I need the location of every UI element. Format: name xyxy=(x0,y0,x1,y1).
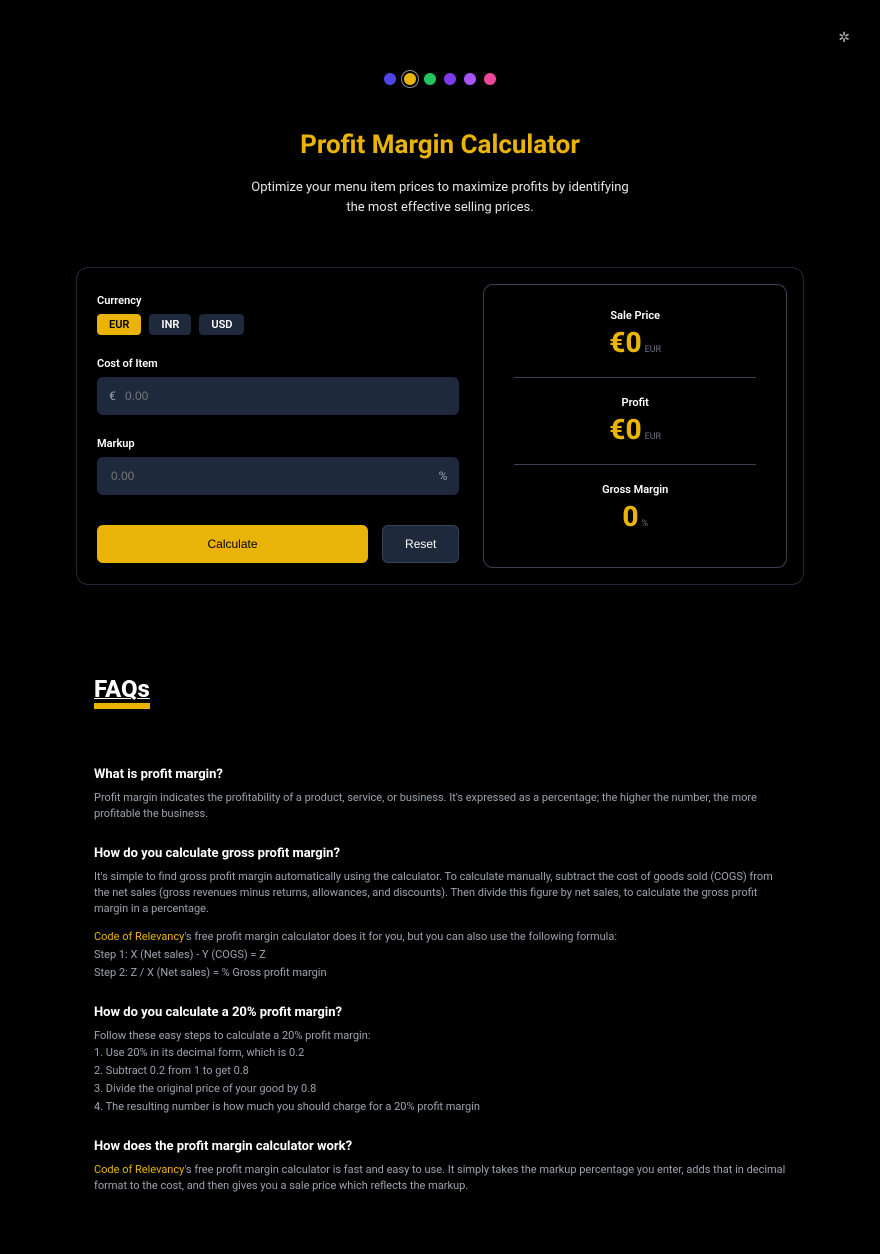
profit-unit: EUR xyxy=(645,432,662,442)
theme-dot-pink[interactable] xyxy=(484,73,496,85)
faq-a-2: It's simple to find gross profit margin … xyxy=(94,869,786,981)
gross-margin-label: Gross Margin xyxy=(514,483,756,496)
currency-options: EUR INR USD xyxy=(97,314,459,335)
calculator-panel: Currency EUR INR USD Cost of Item € Mark… xyxy=(76,267,804,585)
markup-label: Markup xyxy=(97,437,459,450)
profit-label: Profit xyxy=(514,396,756,409)
profit-block: Profit €0 EUR xyxy=(514,377,756,464)
markup-input[interactable] xyxy=(97,457,459,495)
currency-chip-inr[interactable]: INR xyxy=(149,314,191,335)
faq-a-1: Profit margin indicates the profitabilit… xyxy=(94,790,786,822)
brand-link[interactable]: Code of Relevancy xyxy=(94,930,184,943)
sale-price-value: €0 xyxy=(609,326,641,359)
input-column: Currency EUR INR USD Cost of Item € Mark… xyxy=(93,284,463,568)
faq-q-3: How do you calculate a 20% profit margin… xyxy=(94,1005,786,1020)
profit-value: €0 xyxy=(609,413,641,446)
faq-q-1: What is profit margin? xyxy=(94,767,786,782)
reset-button[interactable]: Reset xyxy=(382,525,459,563)
sale-price-label: Sale Price xyxy=(514,309,756,322)
gross-margin-unit: % xyxy=(641,519,648,529)
theme-dot-yellow[interactable] xyxy=(404,73,416,85)
sale-price-block: Sale Price €0 EUR xyxy=(514,301,756,377)
theme-dot-violet[interactable] xyxy=(444,73,456,85)
cost-label: Cost of Item xyxy=(97,357,459,370)
faq-q-4: How does the profit margin calculator wo… xyxy=(94,1139,786,1154)
gross-margin-value: 0 xyxy=(622,500,638,533)
gross-margin-block: Gross Margin 0% xyxy=(514,464,756,551)
currency-label: Currency xyxy=(97,294,459,307)
faq-q-2: How do you calculate gross profit margin… xyxy=(94,846,786,861)
percent-symbol: % xyxy=(439,469,448,483)
brand-link[interactable]: Code of Relevancy xyxy=(94,1163,184,1176)
theme-dot-green[interactable] xyxy=(424,73,436,85)
currency-chip-usd[interactable]: USD xyxy=(199,314,244,335)
faqs-section: FAQs What is profit margin? Profit margi… xyxy=(90,675,790,1194)
faqs-heading: FAQs xyxy=(94,675,150,709)
page-title: Profit Margin Calculator xyxy=(0,130,880,160)
theme-dot-indigo[interactable] xyxy=(384,73,396,85)
faq-a-3: Follow these easy steps to calculate a 2… xyxy=(94,1028,786,1116)
theme-dot-purple[interactable] xyxy=(464,73,476,85)
currency-chip-eur[interactable]: EUR xyxy=(97,314,141,335)
color-theme-dots xyxy=(0,0,880,85)
faq-a-4: Code of Relevancy's free profit margin c… xyxy=(94,1162,786,1194)
calculate-button[interactable]: Calculate xyxy=(97,525,368,563)
cost-input-row: € xyxy=(97,377,459,415)
results-column: Sale Price €0 EUR Profit €0 EUR Gross Marg… xyxy=(483,284,787,568)
theme-toggle-icon[interactable]: ✲ xyxy=(838,30,850,46)
currency-symbol: € xyxy=(109,389,116,403)
page-subtitle: Optimize your menu item prices to maximi… xyxy=(250,178,630,217)
markup-input-row: % xyxy=(97,457,459,495)
cost-input[interactable] xyxy=(97,377,459,415)
button-row: Calculate Reset xyxy=(97,525,459,563)
sale-price-unit: EUR xyxy=(645,345,662,355)
